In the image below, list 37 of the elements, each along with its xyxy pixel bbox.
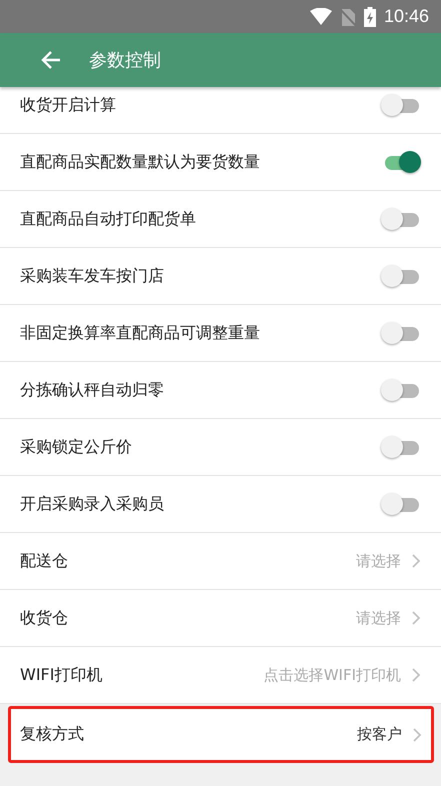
setting-row[interactable]: 复核方式 按客户 [8,706,434,763]
chevron-icon [412,726,422,742]
toggle-switch[interactable] [381,322,419,344]
setting-row[interactable]: WIFI打印机 点击选择WIFI打印机 [0,647,441,704]
setting-label: 非固定换算率直配商品可调整重量 [20,322,261,344]
placeholder-text: 请选择 [356,608,401,628]
setting-label: 直配商品实配数量默认为要货数量 [20,152,261,172]
chevron-icon [411,667,421,683]
setting-row[interactable]: 配送仓 请选择 [0,533,441,590]
toggle-switch[interactable] [381,493,419,515]
wifi-icon [310,8,332,25]
setting-label: 直配商品自动打印配货单 [20,208,197,230]
setting-label: 配送仓 [20,550,69,572]
setting-label: 复核方式 [20,724,85,745]
selected-value: 按客户 [357,725,402,744]
toggle-switch[interactable] [381,436,419,458]
setting-row[interactable]: 收货仓 请选择 [0,590,441,647]
setting-label: 开启采购录入采购员 [20,494,165,514]
placeholder-text: 请选择 [356,552,401,570]
setting-label: WIFI打印机 [20,664,104,686]
no-sim-icon [340,8,356,26]
setting-label: 收货开启计算 [20,94,117,116]
page-title: 参数控制 [89,49,161,72]
toggle-switch[interactable] [381,208,419,230]
setting-label: 收货仓 [20,608,69,628]
setting-label: 分拣确认秤自动归零 [20,380,165,400]
toggle-switch[interactable] [381,265,419,287]
battery-charging-icon [364,6,376,26]
setting-label: 采购装车发车按门店 [20,266,165,286]
setting-label: 采购锁定公斤价 [20,436,133,458]
placeholder-text: 点击选择WIFI打印机 [264,666,401,684]
back-arrow-icon[interactable] [40,49,62,71]
toggle-switch[interactable] [381,94,419,116]
chevron-icon [411,610,421,626]
chevron-icon [411,553,421,569]
toggle-switch[interactable] [381,379,419,401]
status-time: 10:46 [384,6,429,27]
